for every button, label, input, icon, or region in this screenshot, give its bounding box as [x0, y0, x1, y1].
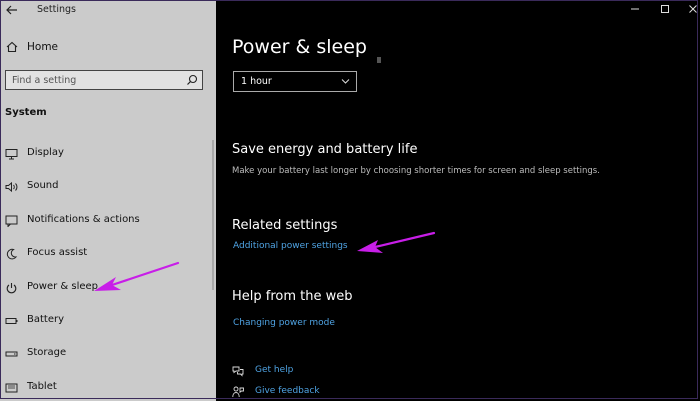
window-frame [0, 0, 698, 399]
